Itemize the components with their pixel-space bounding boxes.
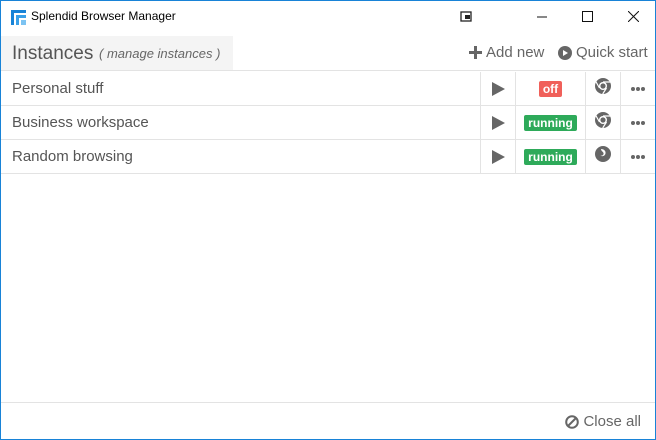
add-new-label: Add new [486, 44, 545, 61]
status-cell: off [515, 72, 585, 105]
close-icon [627, 11, 639, 22]
start-instance-button[interactable] [480, 140, 515, 173]
pin-button[interactable] [443, 1, 489, 32]
browser-cell [585, 106, 620, 139]
close-button[interactable] [610, 1, 656, 32]
page-subtitle: ( manage instances ) [99, 46, 221, 61]
instance-row[interactable]: Business workspace running [1, 106, 655, 140]
instances-header: Instances ( manage instances ) Add new Q… [1, 36, 655, 71]
close-all-label: Close all [583, 413, 641, 430]
status-cell: running [515, 140, 585, 173]
ellipsis-icon [631, 154, 645, 159]
status-cell: running [515, 106, 585, 139]
app-logo-icon [11, 10, 26, 25]
title-bar: Splendid Browser Manager [1, 1, 655, 32]
ban-icon [565, 414, 580, 429]
minimize-button[interactable] [519, 1, 565, 32]
browser-cell [585, 72, 620, 105]
firefox-icon [595, 146, 611, 167]
add-new-button[interactable]: Add new [469, 44, 544, 61]
pin-window-icon [460, 10, 472, 22]
maximize-icon [581, 11, 593, 22]
instance-row[interactable]: Personal stuff off [1, 72, 655, 106]
minimize-icon [537, 16, 547, 17]
play-icon [491, 81, 505, 96]
close-all-button[interactable]: Close all [565, 413, 641, 430]
instance-name: Business workspace [12, 114, 149, 131]
ellipsis-icon [631, 86, 645, 91]
plus-icon [469, 46, 482, 59]
header-title-area: Instances ( manage instances ) [1, 36, 233, 70]
status-badge: off [538, 80, 563, 97]
quick-start-button[interactable]: Quick start [558, 44, 648, 61]
page-title: Instances [12, 43, 94, 64]
chrome-icon [595, 112, 611, 133]
ellipsis-icon [631, 120, 645, 125]
more-options-button[interactable] [620, 106, 655, 139]
start-instance-button[interactable] [480, 72, 515, 105]
maximize-button[interactable] [564, 1, 610, 32]
instance-name: Personal stuff [12, 80, 104, 97]
app-window: Splendid Browser Manager Instances ( man… [0, 0, 656, 440]
play-circle-icon [558, 45, 572, 60]
window-title: Splendid Browser Manager [31, 9, 176, 23]
quick-start-label: Quick start [576, 44, 648, 61]
instance-row[interactable]: Random browsing running [1, 140, 655, 174]
start-instance-button[interactable] [480, 106, 515, 139]
instance-name: Random browsing [12, 148, 133, 165]
more-options-button[interactable] [620, 72, 655, 105]
play-icon [491, 115, 505, 130]
status-badge: running [524, 114, 577, 131]
browser-cell [585, 140, 620, 173]
play-icon [491, 149, 505, 164]
status-badge: running [524, 148, 577, 165]
footer: Close all [1, 402, 655, 439]
more-options-button[interactable] [620, 140, 655, 173]
chrome-icon [595, 78, 611, 99]
